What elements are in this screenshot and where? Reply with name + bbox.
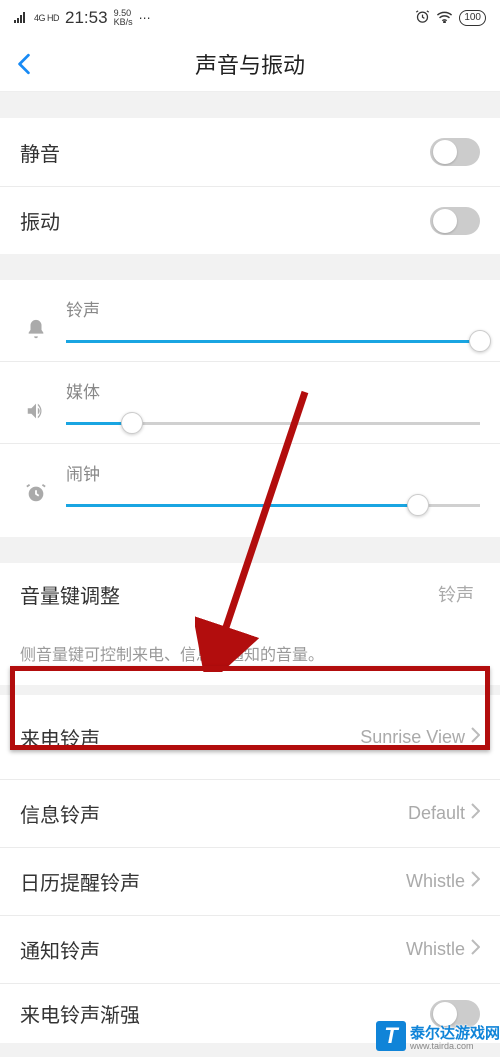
vibrate-toggle[interactable] <box>430 207 480 235</box>
ringtone-volume-slider[interactable] <box>66 329 480 353</box>
mute-label: 静音 <box>20 138 60 167</box>
volume-section: 铃声 媒体 闹钟 <box>0 280 500 537</box>
chevron-right-icon <box>471 803 480 824</box>
speaker-icon <box>20 400 52 422</box>
vibrate-label: 振动 <box>20 206 60 235</box>
network-type: 4G HD <box>34 13 59 23</box>
page-title: 声音与振动 <box>0 48 500 80</box>
message-ringtone-row[interactable]: 信息铃声 Default <box>0 779 500 847</box>
crescendo-label: 来电铃声渐强 <box>20 999 140 1028</box>
media-volume-row: 媒体 <box>0 361 500 443</box>
volume-key-section: 音量键调整 铃声 侧音量键可控制来电、信息和通知的音量。 <box>0 563 500 685</box>
calendar-ringtone-row[interactable]: 日历提醒铃声 Whistle <box>0 847 500 915</box>
chevron-right-icon <box>471 939 480 960</box>
battery-indicator: 100 <box>459 10 486 26</box>
incoming-ringtone-label: 来电铃声 <box>20 723 100 752</box>
ringtones-section: 来电铃声 Sunrise View 信息铃声 Default 日历提醒铃声 Wh… <box>0 695 500 1043</box>
calendar-ringtone-value: Whistle <box>406 871 465 892</box>
alarm-volume-row: 闹钟 <box>0 443 500 537</box>
ringtone-volume-row: 铃声 <box>0 280 500 361</box>
alarm-clock-icon <box>20 482 52 504</box>
chevron-right-icon <box>471 871 480 892</box>
ringtone-volume-label: 铃声 <box>66 296 480 321</box>
bell-icon <box>20 318 52 340</box>
wifi-icon <box>436 10 453 26</box>
incoming-ringtone-row[interactable]: 来电铃声 Sunrise View <box>0 695 500 779</box>
more-icon: ⋯ <box>139 11 152 25</box>
media-volume-label: 媒体 <box>66 378 480 403</box>
watermark-badge: T <box>376 1021 406 1051</box>
toggles-section: 静音 振动 <box>0 118 500 254</box>
incoming-ringtone-value: Sunrise View <box>360 727 465 748</box>
volume-key-value: 铃声 <box>438 581 474 607</box>
mute-toggle[interactable] <box>430 138 480 166</box>
message-ringtone-value: Default <box>408 803 465 824</box>
volume-key-row[interactable]: 音量键调整 铃声 <box>0 563 500 625</box>
page-header: 声音与振动 <box>0 36 500 92</box>
volume-key-label: 音量键调整 <box>20 580 120 609</box>
volume-key-desc: 侧音量键可控制来电、信息和通知的音量。 <box>0 625 500 685</box>
alarm-icon <box>415 9 430 27</box>
media-volume-slider[interactable] <box>66 411 480 435</box>
notification-ringtone-label: 通知铃声 <box>20 935 100 964</box>
message-ringtone-label: 信息铃声 <box>20 799 100 828</box>
back-button[interactable] <box>0 36 48 92</box>
vibrate-row[interactable]: 振动 <box>0 186 500 254</box>
notification-ringtone-value: Whistle <box>406 939 465 960</box>
calendar-ringtone-label: 日历提醒铃声 <box>20 867 140 896</box>
net-speed: 9.50KB/s <box>114 9 133 27</box>
notification-ringtone-row[interactable]: 通知铃声 Whistle <box>0 915 500 983</box>
alarm-volume-slider[interactable] <box>66 493 480 517</box>
status-bar: 4G HD 21:53 9.50KB/s ⋯ 100 <box>0 0 500 36</box>
alarm-volume-label: 闹钟 <box>66 460 480 485</box>
watermark-name: 泰尔达游戏网 <box>410 1022 500 1043</box>
watermark: T 泰尔达游戏网 www.tairda.com <box>376 1021 500 1051</box>
clock-time: 21:53 <box>65 8 108 28</box>
chevron-right-icon <box>471 727 480 748</box>
signal-icon <box>14 11 28 26</box>
mute-row[interactable]: 静音 <box>0 118 500 186</box>
